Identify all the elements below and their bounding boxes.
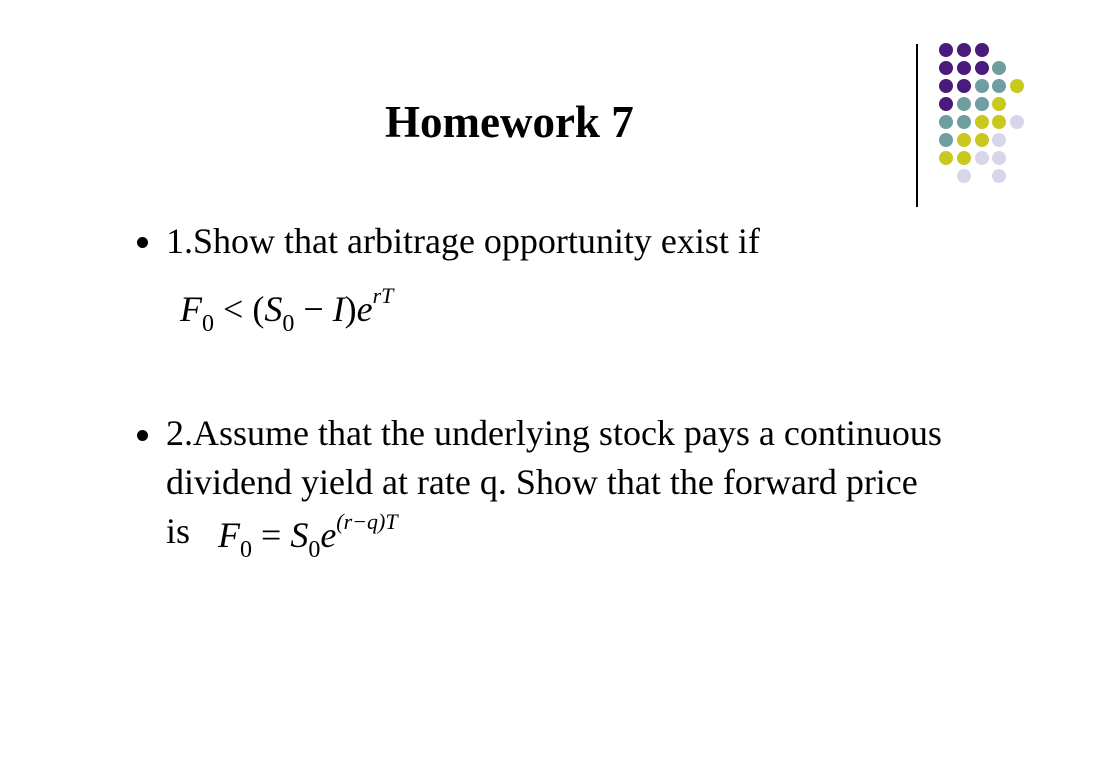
decor-dot: [939, 43, 953, 57]
formula-var: F: [180, 289, 202, 329]
decor-dot: [1010, 79, 1024, 93]
decor-dot: [992, 97, 1006, 111]
formula-exponent: rT: [372, 283, 394, 308]
decor-dot: [992, 79, 1006, 93]
decor-dot: [957, 79, 971, 93]
decor-dot: [975, 151, 989, 165]
formula-subscript: 0: [240, 537, 252, 563]
decor-dot: [975, 43, 989, 57]
decor-dot: [957, 43, 971, 57]
decorative-vertical-line: [916, 44, 918, 207]
formula-exponent: (r−q)T: [336, 509, 398, 534]
decor-dot: [939, 97, 953, 111]
decor-dot: [957, 133, 971, 147]
decor-dot: [975, 97, 989, 111]
decor-dot: [957, 61, 971, 75]
bullet-1-formula: F0 < (S0 − I)erT: [180, 285, 393, 337]
decor-dot: [975, 133, 989, 147]
decor-dot: [939, 151, 953, 165]
decor-dot: [939, 115, 953, 129]
decor-dot: [957, 97, 971, 111]
formula-operator: =: [261, 515, 282, 555]
decor-dot: [992, 133, 1006, 147]
decor-dot: [1010, 115, 1024, 129]
slide: Homework 7 1.Show that arbitrage opportu…: [0, 0, 1112, 782]
decor-dot: [975, 79, 989, 93]
decor-dot: [992, 61, 1006, 75]
bullet-2-marker: [137, 430, 148, 441]
formula-var: I: [332, 289, 345, 329]
decor-dot: [975, 115, 989, 129]
formula-paren: (: [252, 289, 265, 329]
decor-dot: [992, 169, 1006, 183]
bullet-2-line-1: 2.Assume that the underlying stock pays …: [166, 413, 942, 453]
decor-dot: [939, 61, 953, 75]
formula-operator: −: [303, 289, 324, 329]
bullet-1-text: 1.Show that arbitrage opportunity exist …: [166, 221, 760, 261]
formula-subscript: 0: [282, 311, 295, 337]
decor-dot: [992, 151, 1006, 165]
decor-dot: [939, 133, 953, 147]
decor-dot: [992, 115, 1006, 129]
slide-title: Homework 7: [385, 97, 634, 147]
decor-dot: [975, 61, 989, 75]
bullet-1-marker: [137, 237, 148, 248]
decor-dot: [957, 169, 971, 183]
formula-base: e: [356, 289, 373, 329]
decor-dot: [939, 79, 953, 93]
bullet-2-line-2: dividend yield at rate q. Show that the …: [166, 462, 918, 502]
formula-subscript: 0: [308, 537, 321, 563]
formula-subscript: 0: [202, 311, 214, 337]
bullet-2-formula: F0 = S0e(r−q)T: [218, 511, 398, 563]
decor-dot: [957, 151, 971, 165]
formula-paren: ): [344, 289, 357, 329]
bullet-2-line-3-prefix: is: [166, 511, 191, 551]
formula-base: e: [320, 515, 337, 555]
formula-var: S: [290, 515, 309, 555]
decor-dot: [957, 115, 971, 129]
formula-operator: <: [223, 289, 244, 329]
formula-var: S: [264, 289, 283, 329]
formula-var: F: [218, 515, 240, 555]
